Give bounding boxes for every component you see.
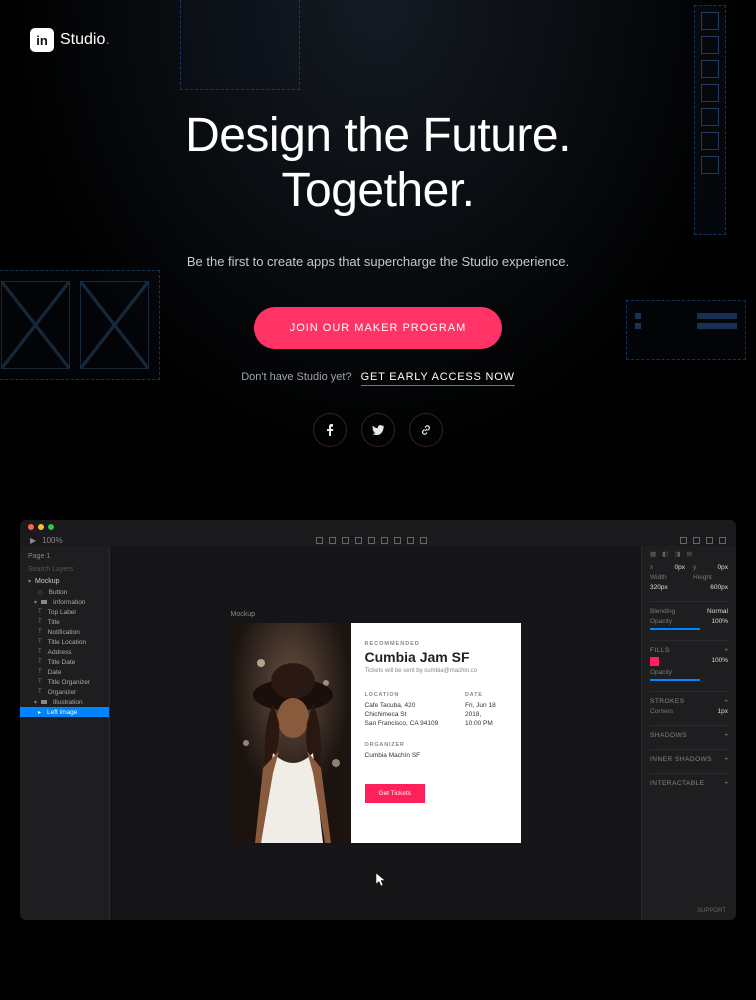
layers-panel: Page 1 Search Layers ▾Mockup ◇Button ▾In… xyxy=(20,546,110,920)
layer-item[interactable]: TAddress xyxy=(20,647,109,657)
play-icon[interactable]: ▶ xyxy=(30,536,36,545)
tool-icon[interactable] xyxy=(420,537,427,544)
close-icon[interactable] xyxy=(28,524,34,530)
add-shadow-button[interactable]: + xyxy=(724,732,728,739)
minimize-icon[interactable] xyxy=(38,524,44,530)
tool-icon[interactable] xyxy=(394,537,401,544)
brand-logo[interactable]: in Studio. xyxy=(30,28,110,52)
layer-item[interactable]: TTitle xyxy=(20,617,109,627)
tool-icon[interactable] xyxy=(693,537,700,544)
tool-icon[interactable] xyxy=(329,537,336,544)
app-toolbar: ▶ 100% xyxy=(20,534,736,546)
tool-icon[interactable] xyxy=(407,537,414,544)
layer-item[interactable]: TTop Label xyxy=(20,607,109,617)
layer-button[interactable]: ◇Button xyxy=(20,587,109,597)
date-value: Fri, Jun 18 2018, 10:00 PM xyxy=(465,701,507,728)
layer-information[interactable]: ▾Information xyxy=(20,597,109,607)
artboard-label: Mockup xyxy=(231,611,256,618)
tool-icon[interactable] xyxy=(355,537,362,544)
early-access-link[interactable]: GET EARLY ACCESS NOW xyxy=(361,371,515,386)
early-access-row: Don't have Studio yet? GET EARLY ACCESS … xyxy=(0,371,756,383)
support-link[interactable]: SUPPORT xyxy=(697,908,726,914)
tool-icon[interactable] xyxy=(706,537,713,544)
logo-text: Studio. xyxy=(60,31,110,49)
layer-selected[interactable]: ▸Left image xyxy=(20,707,109,717)
zoom-level[interactable]: 100% xyxy=(42,536,62,545)
layer-item[interactable]: TOrganizer xyxy=(20,687,109,697)
layer-item[interactable]: TTitle Location xyxy=(20,637,109,647)
canvas[interactable]: Mockup xyxy=(110,546,641,920)
maximize-icon[interactable] xyxy=(48,524,54,530)
facebook-icon[interactable] xyxy=(313,413,347,447)
tool-icon[interactable] xyxy=(342,537,349,544)
layer-item[interactable]: TNotification xyxy=(20,627,109,637)
event-details: RECOMMENDED Cumbia Jam SF Tickets will b… xyxy=(351,623,521,843)
x-value[interactable]: 0px xyxy=(675,564,685,571)
organizer-value: Cumbia Machín SF xyxy=(365,751,507,760)
location-label: LOCATION xyxy=(365,692,445,698)
opacity-value[interactable]: 100% xyxy=(711,618,728,625)
studio-app: ▶ 100% Page 1 Search Layers ▾Mockup ◇B xyxy=(20,520,736,920)
recommended-label: RECOMMENDED xyxy=(365,641,507,647)
layer-item[interactable]: TTitle Organizer xyxy=(20,677,109,687)
artboard-mockup[interactable]: Mockup xyxy=(231,623,521,843)
organizer-label: ORGANIZER xyxy=(365,742,507,748)
fill-opacity-slider[interactable] xyxy=(650,679,700,681)
search-layers-input[interactable]: Search Layers xyxy=(20,563,109,576)
tab-icon[interactable]: ⊞ xyxy=(686,550,691,558)
tab-icon[interactable]: ◨ xyxy=(674,550,680,558)
tool-icon[interactable] xyxy=(381,537,388,544)
get-tickets-button[interactable]: Get Tickets xyxy=(365,784,426,803)
twitter-icon[interactable] xyxy=(361,413,395,447)
social-row xyxy=(0,413,756,447)
tab-icon[interactable]: ▦ xyxy=(650,550,656,558)
cursor-icon xyxy=(376,873,387,890)
event-title: Cumbia Jam SF xyxy=(365,649,507,665)
headline: Design the Future. Together. xyxy=(0,108,756,218)
hero-content: Design the Future. Together. Be the firs… xyxy=(0,0,756,447)
add-fill-button[interactable]: + xyxy=(724,647,728,654)
inspector-panel: ▦ ◧ ◨ ⊞ x0pxy0px WidthHeight 320px600px … xyxy=(641,546,736,920)
logo-badge: in xyxy=(30,28,54,52)
opacity-slider[interactable] xyxy=(650,628,700,630)
event-image xyxy=(231,623,351,843)
tool-icon[interactable] xyxy=(316,537,323,544)
tab-icon[interactable]: ◧ xyxy=(662,550,668,558)
add-stroke-button[interactable]: + xyxy=(724,698,728,705)
width-value[interactable]: 320px xyxy=(650,584,668,591)
tool-icon[interactable] xyxy=(680,537,687,544)
layer-illustration[interactable]: ▾Illustration xyxy=(20,697,109,707)
date-label: DATE xyxy=(465,692,507,698)
link-icon[interactable] xyxy=(409,413,443,447)
blending-value[interactable]: Normal xyxy=(707,608,728,615)
layer-item[interactable]: TTitle Date xyxy=(20,657,109,667)
tool-icon[interactable] xyxy=(719,537,726,544)
subheadline: Be the first to create apps that superch… xyxy=(0,254,756,269)
layer-item[interactable]: TDate xyxy=(20,667,109,677)
hero: in Studio. Design the Future. Together. … xyxy=(0,0,756,470)
event-subtitle: Tickets will be sent by cumbia@machin.co xyxy=(365,668,507,674)
window-controls xyxy=(20,520,736,534)
layer-root[interactable]: ▾Mockup xyxy=(20,576,109,587)
height-value[interactable]: 600px xyxy=(710,584,728,591)
join-maker-button[interactable]: JOIN OUR MAKER PROGRAM xyxy=(254,307,503,349)
page-name[interactable]: Page 1 xyxy=(20,550,109,563)
add-inner-shadow-button[interactable]: + xyxy=(724,756,728,763)
early-access-prefix: Don't have Studio yet? xyxy=(241,371,351,383)
inspector-tabs: ▦ ◧ ◨ ⊞ xyxy=(650,550,728,558)
tool-icon[interactable] xyxy=(368,537,375,544)
fill-swatch[interactable] xyxy=(650,657,659,666)
add-interaction-button[interactable]: + xyxy=(724,780,728,787)
location-value: Cafe Tacuba, 420 Chichimeca St San Franc… xyxy=(365,701,445,728)
y-value[interactable]: 0px xyxy=(718,564,728,571)
